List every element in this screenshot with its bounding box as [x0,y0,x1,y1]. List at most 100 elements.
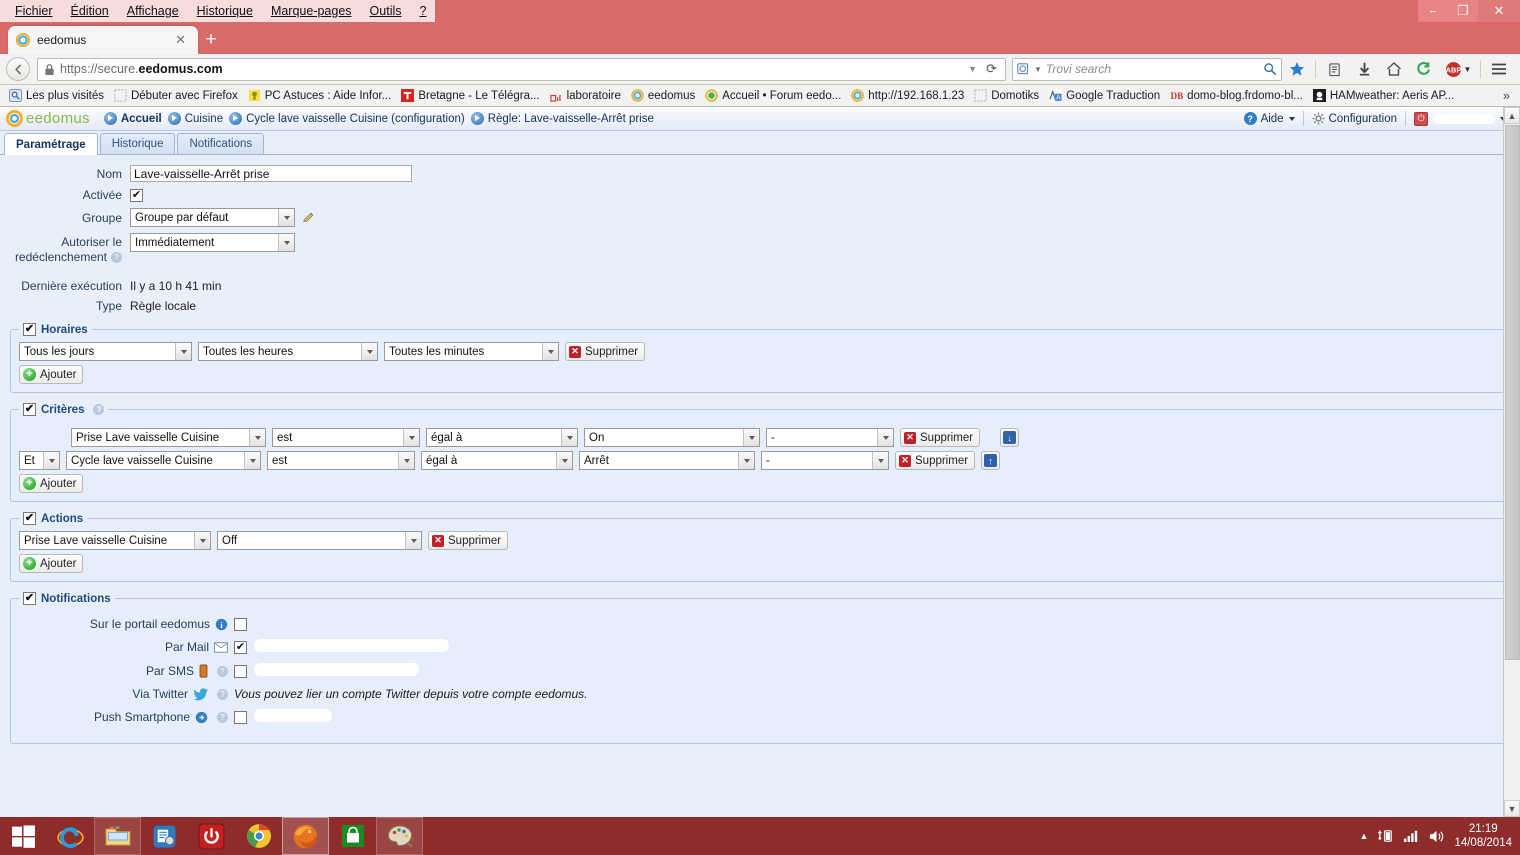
groupe-select[interactable]: Groupe par défaut [130,208,295,227]
criteres-value-select[interactable]: Arrêt [579,451,755,470]
horaires-add-button[interactable]: + Ajouter [19,365,84,384]
settings-app-button[interactable] [141,817,188,855]
bookmarks-overflow-chevron-icon[interactable]: » [1497,88,1516,103]
downloads-button[interactable] [1349,56,1379,82]
horaires-heure-select[interactable]: Toutes les heures [198,342,378,361]
chevron-down-icon[interactable] [175,343,191,360]
bookmark-domo-blog[interactable]: DB domo-blog.frdomo-bl... [1165,86,1308,106]
scroll-up-button[interactable]: ▲ [1504,107,1520,124]
page-scrollbar[interactable]: ▲ ▼ [1503,107,1520,817]
tab-close-icon[interactable]: ✕ [171,32,190,48]
criteres-move-up-button[interactable]: ↑ [981,451,1001,470]
chevron-down-icon[interactable] [556,452,572,469]
search-engine-chevron-icon[interactable]: ▼ [1030,65,1046,74]
maximize-button[interactable]: ❐ [1448,0,1478,22]
notification-push-checkbox[interactable] [234,710,247,724]
new-tab-button[interactable]: + [198,26,224,54]
bookmark-le-telegramme[interactable]: Bretagne - Le Télégra... [396,86,544,106]
reading-list-button[interactable] [1319,56,1349,82]
chevron-down-icon[interactable] [405,532,421,549]
criteres-add-button[interactable]: + Ajouter [19,474,84,493]
bookmark-debuter-firefox[interactable]: Débuter avec Firefox [109,86,243,106]
bookmark-les-plus-visites[interactable]: Les plus visités [4,86,109,106]
criteres-value-select[interactable]: On [584,428,760,447]
reload-icon[interactable]: ⟳ [982,61,1001,77]
close-button[interactable]: ✕ [1478,0,1520,22]
menu-fichier[interactable]: Fichier [6,2,62,20]
chevron-down-icon[interactable] [743,429,759,446]
actions-command-select[interactable]: Off [217,531,422,550]
criteres-move-down-button[interactable]: ↓ [1000,428,1020,447]
bookmark-local-ip[interactable]: http://192.168.1.23 [846,86,969,106]
actions-checkbox[interactable] [23,512,36,525]
criteres-delete-button[interactable]: ✕ Supprimer [900,428,981,447]
url-dropdown-icon[interactable]: ▼ [963,64,982,74]
search-input-placeholder[interactable]: Trovi search [1046,62,1263,76]
chevron-down-icon[interactable] [278,234,294,251]
url-bar[interactable]: https://secure.eedomus.com ▼ ⟳ [37,57,1006,81]
sync-button[interactable] [1409,56,1439,82]
usb-battery-icon[interactable] [1377,828,1394,844]
bookmark-forum-eedomus[interactable]: Accueil • Forum eedo... [700,86,846,106]
paint-app-button[interactable] [376,817,423,855]
scrollbar-thumb[interactable] [1505,125,1520,660]
signal-icon[interactable] [1403,829,1419,843]
chevron-down-icon[interactable] [244,452,260,469]
redeclenchement-select[interactable]: Immédiatement [130,233,295,252]
configuration-link[interactable]: Configuration [1304,112,1405,125]
power-app-button[interactable] [188,817,235,855]
horaires-checkbox[interactable] [23,323,36,336]
bookmark-pc-astuces[interactable]: PC Astuces : Aide Infor... [243,86,397,106]
notification-push-value[interactable] [254,709,332,725]
account-menu[interactable]: ⏻ [1406,111,1514,126]
actions-delete-button[interactable]: ✕ Supprimer [428,531,509,550]
criteres-source-select[interactable]: Cycle lave vaisselle Cuisine [66,451,261,470]
help-hint-icon[interactable]: ? [217,665,228,677]
notification-sms-value[interactable] [254,663,419,679]
menu-aide[interactable]: ? [411,2,436,20]
chevron-down-icon[interactable] [278,209,294,226]
windows-store-button[interactable] [329,817,376,855]
volume-icon[interactable] [1428,829,1445,844]
help-hint-icon[interactable]: ? [217,688,228,700]
eedomus-logo[interactable]: eedomus [6,110,90,127]
tab-historique[interactable]: Historique [99,133,176,154]
bookmark-domotiks[interactable]: Domotiks [969,86,1044,106]
menu-outils[interactable]: Outils [361,2,411,20]
criteres-comparator-select[interactable]: égal à [426,428,578,447]
horaires-jour-select[interactable]: Tous les jours [19,342,192,361]
menu-affichage[interactable]: Affichage [118,2,188,20]
criteres-checkbox[interactable] [23,403,36,416]
help-menu[interactable]: ? Aide [1236,112,1303,125]
adblock-button[interactable]: ABP ▼ [1439,56,1477,82]
activee-checkbox[interactable] [130,188,143,202]
horaires-delete-button[interactable]: ✕ Supprimer [565,342,646,361]
menu-edition[interactable]: Édition [62,2,118,20]
breadcrumb-item-cycle[interactable]: Cycle lave vaisselle Cuisine (configurat… [229,112,465,125]
chevron-down-icon[interactable] [738,452,754,469]
tab-notifications[interactable]: Notifications [177,133,265,154]
bookmark-eedomus[interactable]: eedomus [626,86,700,106]
chevron-down-icon[interactable] [542,343,558,360]
notification-portail-checkbox[interactable] [234,617,247,631]
browser-tab-eedomus[interactable]: eedomus ✕ [8,26,198,54]
criteres-verb-select[interactable]: est [272,428,420,447]
file-explorer-button[interactable] [94,817,141,855]
criteres-comparator-select[interactable]: égal à [421,451,573,470]
help-hint-icon[interactable]: ? [111,252,122,264]
scroll-down-button[interactable]: ▼ [1504,800,1520,817]
breadcrumb-item-regle[interactable]: Règle: Lave-vaisselle-Arrêt prise [470,112,654,125]
google-chrome-button[interactable] [235,817,282,855]
taskbar-clock[interactable]: 21:19 14/08/2014 [1454,822,1512,850]
mozilla-firefox-button[interactable] [282,817,329,855]
info-icon[interactable]: i [215,618,228,631]
bookmark-google-traduction[interactable]: A Google Traduction [1044,86,1165,106]
help-hint-icon[interactable]: ? [217,711,228,723]
home-button[interactable] [1379,56,1409,82]
hamburger-menu-button[interactable] [1484,56,1514,82]
criteres-verb-select[interactable]: est [267,451,415,470]
internet-explorer-button[interactable] [47,817,94,855]
back-button[interactable] [6,57,30,81]
breadcrumb-item-accueil[interactable]: Accueil [103,112,162,125]
chevron-down-icon[interactable] [398,452,414,469]
